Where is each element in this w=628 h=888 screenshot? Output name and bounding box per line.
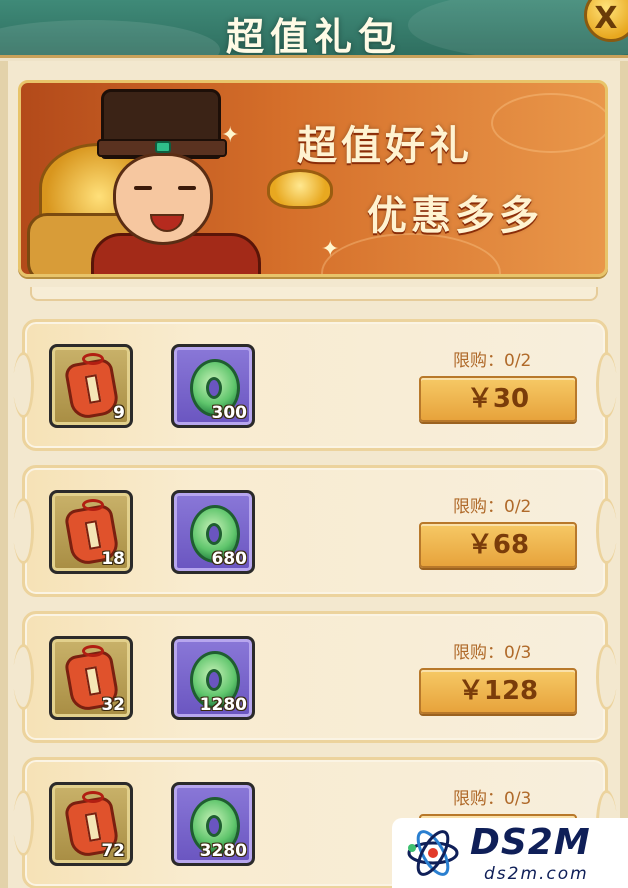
pouch-knot	[82, 645, 104, 657]
offer-list[interactable]: 9 300 限购：0/2 ￥30 18 680 限购：0/2 ￥68 32 12…	[0, 287, 628, 888]
banner-title: 超值好礼	[297, 123, 473, 169]
jade-reward-slot[interactable]: 300	[171, 344, 255, 428]
banner-subtitle: 优惠多多	[367, 193, 543, 239]
sparkle-icon: ✦	[221, 123, 240, 148]
buy-button[interactable]: ￥128	[419, 668, 577, 714]
pouch-knot	[82, 353, 104, 365]
jade-hole	[206, 377, 222, 399]
right-eye	[178, 186, 196, 190]
atom-logo-icon	[407, 830, 459, 876]
purchase-limit: 限购：0/2	[453, 497, 532, 517]
purchase-limit: 限购：0/3	[453, 643, 532, 663]
purchase-limit: 限购：0/3	[453, 789, 532, 809]
hat-gem	[155, 141, 171, 153]
mouth	[150, 214, 184, 232]
popup-header: 超值礼包	[0, 0, 628, 58]
site-watermark: DS2M ds2m.com	[392, 818, 628, 888]
pouch-reward-slot[interactable]: 18	[49, 490, 133, 574]
pouch-quantity: 9	[113, 403, 125, 423]
pouch-knot	[82, 499, 104, 511]
offer-row: 9 300 限购：0/2 ￥30	[22, 319, 608, 451]
jade-quantity: 680	[211, 549, 248, 569]
promo-banner: ✦ ✦ 超值好礼 优惠多多	[18, 80, 608, 277]
pouch-reward-slot[interactable]: 32	[49, 636, 133, 720]
gold-ingot-icon	[267, 169, 333, 209]
jade-reward-slot[interactable]: 680	[171, 490, 255, 574]
buy-button[interactable]: ￥68	[419, 522, 577, 568]
offer-row: 32 1280 限购：0/3 ￥128	[22, 611, 608, 743]
banner-cloud-decoration	[491, 93, 605, 153]
pouch-quantity: 32	[101, 695, 125, 715]
sparkle-icon: ✦	[321, 237, 340, 262]
jade-reward-slot[interactable]: 1280	[171, 636, 255, 720]
god-of-wealth-illustration	[27, 83, 333, 274]
page-title: 超值礼包	[225, 15, 402, 58]
offer-row: 18 680 限购：0/2 ￥68	[22, 465, 608, 597]
pouch-reward-slot[interactable]: 72	[49, 782, 133, 866]
watermark-site: ds2m.com	[484, 864, 589, 884]
jade-reward-slot[interactable]: 3280	[171, 782, 255, 866]
jade-hole	[206, 669, 222, 691]
pouch-quantity: 18	[101, 549, 125, 569]
jade-quantity: 1280	[199, 695, 247, 715]
watermark-brand: DS2M	[470, 822, 591, 863]
pouch-quantity: 72	[101, 841, 125, 861]
close-icon: X	[594, 0, 618, 36]
character-face	[113, 153, 213, 245]
jade-hole	[206, 523, 222, 545]
jade-quantity: 3280	[199, 841, 247, 861]
pouch-knot	[82, 791, 104, 803]
buy-button[interactable]: ￥30	[419, 376, 577, 422]
pouch-reward-slot[interactable]: 9	[49, 344, 133, 428]
purchase-limit: 限购：0/2	[453, 351, 532, 371]
previous-row-edge	[30, 287, 598, 301]
left-eye	[134, 186, 152, 190]
jade-quantity: 300	[211, 403, 248, 423]
jade-hole	[206, 815, 222, 837]
